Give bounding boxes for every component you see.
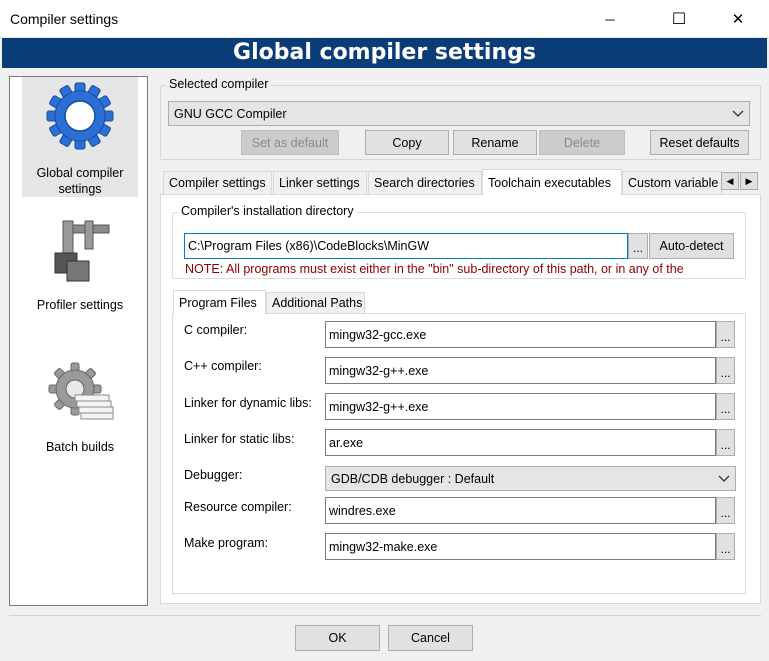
tab-linker-settings[interactable]: Linker settings [273,171,367,194]
minimize-button[interactable]: ─ [587,0,633,38]
cancel-button[interactable]: Cancel [388,625,473,651]
maximize-button[interactable]: ☐ [656,0,702,38]
arrow-right-icon: ▶ [745,175,753,186]
cpp-compiler-browse-button[interactable]: ... [716,357,735,384]
linker-dynamic-input[interactable]: mingw32-g++.exe [325,393,716,420]
tab-toolchain-executables[interactable]: Toolchain executables [482,169,622,195]
maximize-icon: ☐ [671,11,687,28]
linker-dynamic-browse-button[interactable]: ... [716,393,735,420]
auto-detect-button[interactable]: Auto-detect [649,233,734,259]
debugger-dropdown[interactable]: GDB/CDB debugger : Default [325,466,736,491]
ok-button[interactable]: OK [295,625,380,651]
linker-static-browse-button[interactable]: ... [716,429,735,456]
make-program-label: Make program: [184,536,269,550]
linker-dynamic-label: Linker for dynamic libs: [184,396,312,410]
delete-button[interactable]: Delete [539,130,625,155]
close-button[interactable]: ✕ [715,0,761,38]
tab-compiler-settings[interactable]: Compiler settings [163,171,272,194]
install-dir-input[interactable]: C:\Program Files (x86)\CodeBlocks\MinGW [184,233,628,259]
linker-static-label: Linker for static libs: [184,432,295,446]
caliper-icon [54,220,110,282]
selected-compiler-label: Selected compiler [166,77,272,91]
c-compiler-input[interactable]: mingw32-gcc.exe [325,321,716,348]
debugger-dropdown-value: GDB/CDB debugger : Default [331,471,495,486]
reset-defaults-button[interactable]: Reset defaults [650,130,749,155]
settings-category-list: Global compiler settings Profiler settin… [9,76,148,606]
page-title: Global compiler settings [2,38,767,68]
resource-compiler-browse-button[interactable]: ... [716,497,735,524]
rename-button[interactable]: Rename [453,130,537,155]
title-bar: Compiler settings ─ ☐ ✕ [0,0,769,38]
chevron-down-icon [718,475,730,482]
linker-static-input[interactable]: ar.exe [325,429,716,456]
install-dir-browse-button[interactable]: ... [628,233,648,259]
install-dir-note: NOTE: All programs must exist either in … [185,262,684,276]
make-program-browse-button[interactable]: ... [716,533,735,560]
resource-compiler-input[interactable]: windres.exe [325,497,716,524]
set-as-default-button[interactable]: Set as default [241,130,339,155]
tab-scroll-right-button[interactable]: ▶ [740,172,758,190]
subtab-program-files[interactable]: Program Files [173,290,266,314]
arrow-left-icon: ◀ [726,175,734,186]
close-icon: ✕ [731,11,745,28]
chevron-down-icon [732,110,744,117]
sidebar-item-batch-builds[interactable]: Batch builds [22,361,138,454]
window-title: Compiler settings [10,11,119,27]
resource-compiler-label: Resource compiler: [184,500,292,514]
compiler-dropdown-value: GNU GCC Compiler [174,106,287,121]
sidebar-item-global-compiler[interactable]: Global compiler settings [22,77,138,197]
copy-button[interactable]: Copy [365,130,449,155]
cpp-compiler-input[interactable]: mingw32-g++.exe [325,357,716,384]
tab-scroll-left-button[interactable]: ◀ [721,172,739,190]
cpp-compiler-label: C++ compiler: [184,359,262,373]
sidebar-item-label: Batch builds [45,440,115,454]
install-dir-label: Compiler's installation directory [178,204,357,218]
sidebar-item-label: Profiler settings [36,298,124,312]
debugger-label: Debugger: [184,468,243,482]
sidebar-item-profiler[interactable]: Profiler settings [22,213,138,323]
batch-gear-icon [48,362,114,420]
c-compiler-browse-button[interactable]: ... [716,321,735,348]
footer-divider [9,615,761,616]
c-compiler-label: C compiler: [184,323,248,337]
subtab-additional-paths[interactable]: Additional Paths [266,292,365,313]
compiler-dropdown[interactable]: GNU GCC Compiler [168,101,750,126]
tab-custom-variables[interactable]: Custom variable [622,171,722,194]
sidebar-item-label: Global compiler settings [36,166,124,196]
tab-search-directories[interactable]: Search directories [368,171,482,194]
minimize-icon: ─ [605,11,615,27]
gear-icon [46,82,114,150]
make-program-input[interactable]: mingw32-make.exe [325,533,716,560]
